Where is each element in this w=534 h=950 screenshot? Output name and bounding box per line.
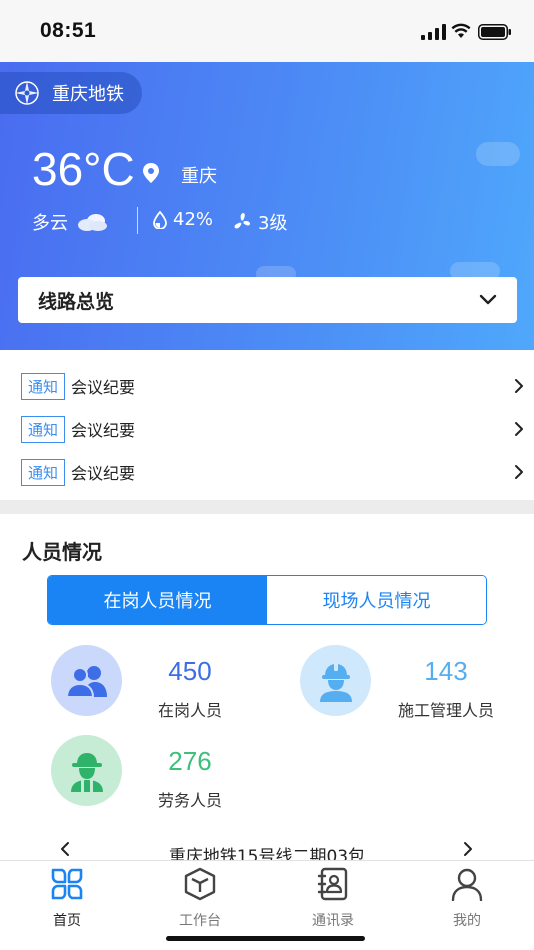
cellular-signal-icon — [421, 24, 446, 40]
personnel-tabs: 在岗人员情况 现场人员情况 — [47, 575, 487, 625]
notice-tag: 通知 — [21, 372, 65, 400]
cloudy-icon — [78, 214, 107, 231]
wind-value: 3级 — [258, 213, 288, 234]
notice-tag: 通知 — [21, 458, 65, 486]
tab-on-site[interactable]: 现场人员情况 — [267, 576, 486, 624]
notice-title: 会议纪要 — [71, 421, 136, 440]
notice-item[interactable]: 通知 会议纪要 — [0, 457, 534, 487]
tab-on-duty[interactable]: 在岗人员情况 — [48, 576, 267, 624]
temperature: 36°C — [32, 143, 135, 195]
home-indicator — [166, 936, 365, 941]
nav-profile[interactable]: 我的 — [417, 867, 517, 929]
laborer-icon — [51, 735, 122, 806]
line-selector[interactable]: 线路总览 — [18, 277, 517, 323]
weather-condition: 多云 — [32, 209, 108, 235]
notice-title: 会议纪要 — [71, 464, 136, 483]
weather-header: 重庆地铁 36°C 重庆 多云 42% 3级 线路总览 — [0, 62, 534, 350]
status-bar: 08:51 — [0, 0, 534, 62]
chevron-right-icon — [515, 379, 523, 393]
hardhat-worker-icon — [300, 645, 371, 716]
wind: 3级 — [232, 209, 287, 235]
cloud-decoration — [476, 142, 520, 166]
water-drop-icon — [153, 210, 167, 229]
site-manager-label: 施工管理人员 — [397, 701, 494, 720]
notice-item[interactable]: 通知 会议纪要 — [0, 414, 534, 444]
battery-icon — [478, 24, 511, 40]
on-duty-label: 在岗人员 — [157, 701, 222, 720]
project-name: 重庆地铁15号线二期03包 — [168, 847, 366, 860]
nav-contacts-label: 通讯录 — [312, 913, 354, 929]
metro-logo-icon — [15, 81, 39, 105]
project-switcher: 重庆地铁15号线二期03包 — [0, 836, 534, 860]
contacts-book-icon — [317, 867, 348, 901]
chevron-down-icon — [479, 294, 497, 305]
chevron-right-icon — [515, 465, 523, 479]
humidity-value: 42% — [173, 209, 214, 230]
nav-home-label: 首页 — [53, 913, 81, 929]
line-selector-label: 线路总览 — [38, 290, 115, 313]
cube-icon — [184, 867, 216, 901]
notice-list: 通知 会议纪要 通知 会议纪要 通知 会议纪要 — [0, 350, 534, 500]
notice-item[interactable]: 通知 会议纪要 — [0, 371, 534, 401]
notice-tag: 通知 — [21, 415, 65, 443]
brand-name: 重庆地铁 — [52, 84, 124, 105]
section-separator — [0, 500, 534, 514]
section-title: 人员情况 — [22, 540, 102, 564]
laborer-label: 劳务人员 — [157, 791, 222, 810]
people-group-icon — [51, 645, 122, 716]
wifi-icon — [451, 23, 471, 38]
site-manager-count: 143 — [424, 656, 468, 686]
status-time: 08:51 — [40, 19, 97, 42]
chevron-right-icon[interactable] — [463, 841, 473, 857]
nav-profile-label: 我的 — [453, 913, 481, 929]
nav-home[interactable]: 首页 — [17, 867, 117, 929]
nav-contacts[interactable]: 通讯录 — [283, 867, 383, 929]
city-name: 重庆 — [181, 166, 217, 187]
profile-icon — [451, 868, 483, 901]
laborer-count: 276 — [168, 746, 212, 776]
on-duty-count: 450 — [168, 656, 212, 686]
humidity: 42% — [153, 209, 213, 230]
condition-text: 多云 — [32, 213, 68, 234]
wind-fan-icon — [234, 213, 250, 229]
home-grid-icon — [51, 868, 83, 900]
weather-divider — [137, 207, 138, 234]
chevron-right-icon — [515, 422, 523, 436]
brand-badge[interactable]: 重庆地铁 — [0, 72, 142, 114]
location-pin-icon — [143, 163, 159, 183]
nav-workbench-label: 工作台 — [179, 913, 221, 929]
nav-workbench[interactable]: 工作台 — [150, 867, 250, 929]
notice-title: 会议纪要 — [71, 378, 136, 397]
